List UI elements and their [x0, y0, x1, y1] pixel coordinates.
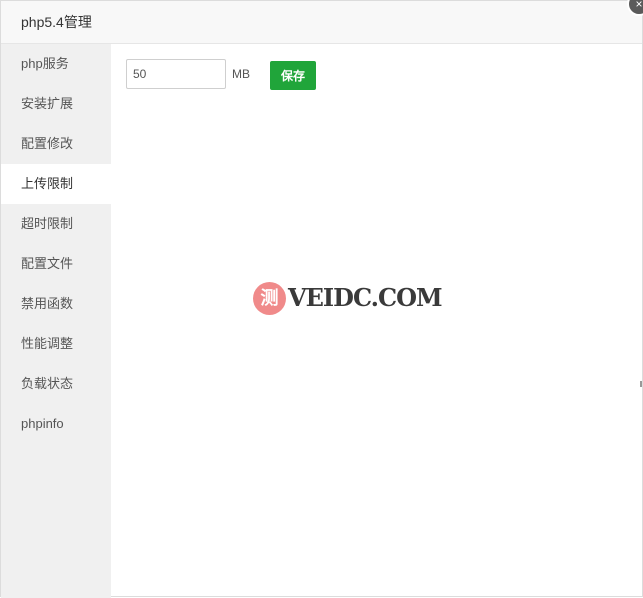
sidebar-item-config-file[interactable]: 配置文件 — [1, 244, 111, 284]
dialog-titlebar: php5.4管理 — [1, 1, 642, 44]
sidebar-item-load-status[interactable]: 负载状态 — [1, 364, 111, 404]
sidebar-item-disabled-functions[interactable]: 禁用函数 — [1, 284, 111, 324]
sidebar-item-phpinfo[interactable]: phpinfo — [1, 404, 111, 444]
watermark-text: VEIDC.COM — [288, 283, 443, 312]
sidebar-item-timeout-limit[interactable]: 超时限制 — [1, 204, 111, 244]
sidebar-item-php-service[interactable]: php服务 — [1, 44, 111, 84]
upload-size-unit: MB — [232, 67, 250, 81]
watermark-badge-icon: 测 — [253, 282, 286, 315]
sidebar: php服务 安装扩展 配置修改 上传限制 超时限制 配置文件 禁用函数 性能调整… — [1, 44, 111, 598]
upload-limit-panel: MB 保存 — [111, 44, 642, 596]
save-button[interactable]: 保存 — [270, 61, 316, 90]
sidebar-item-config-edit[interactable]: 配置修改 — [1, 124, 111, 164]
sidebar-item-performance-tuning[interactable]: 性能调整 — [1, 324, 111, 364]
upload-size-input[interactable] — [126, 59, 226, 89]
sidebar-item-upload-limit[interactable]: 上传限制 — [1, 164, 111, 204]
dialog-title: php5.4管理 — [21, 14, 92, 30]
sidebar-item-install-extensions[interactable]: 安装扩展 — [1, 84, 111, 124]
window-edge-marker — [640, 381, 642, 387]
